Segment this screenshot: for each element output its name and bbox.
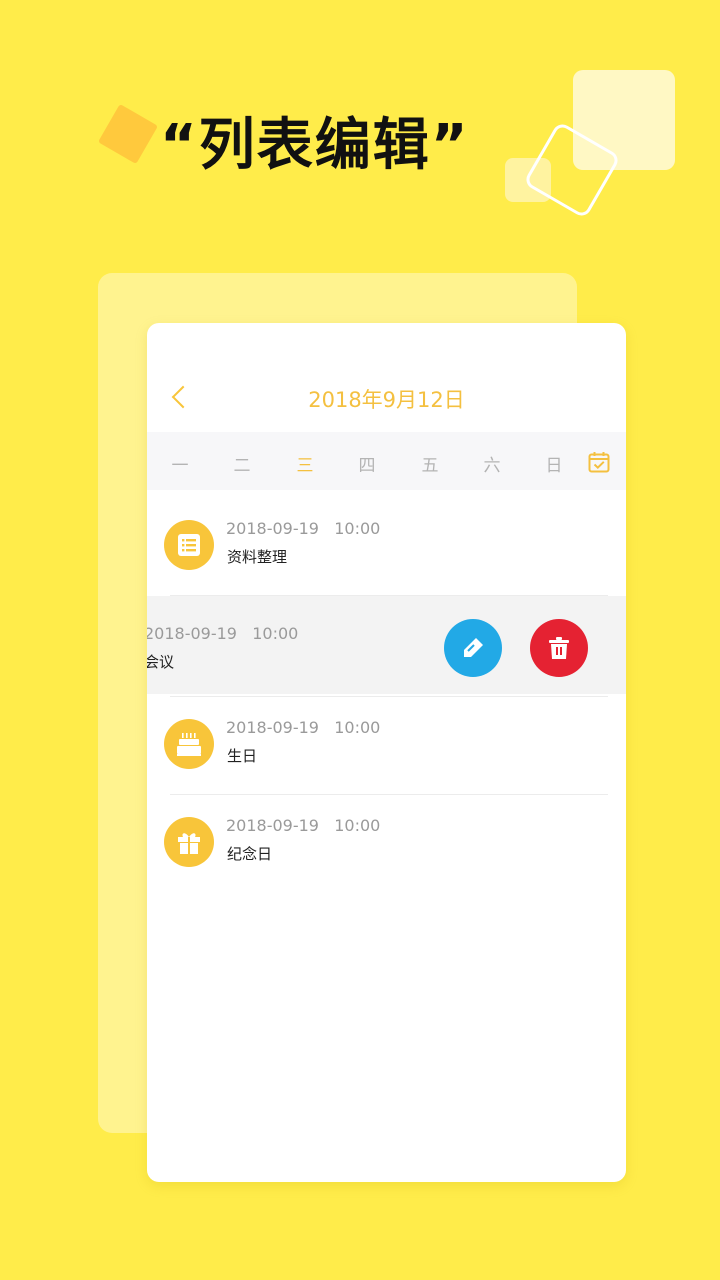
edit-button[interactable] xyxy=(444,619,502,677)
weekday-wed[interactable]: 三 xyxy=(285,451,325,476)
top-nav-bar: 2018年9月12日 xyxy=(147,375,626,421)
week-day-bar: 一 二 三 四 五 六 日 xyxy=(147,432,626,490)
calendar-check-icon[interactable] xyxy=(588,451,610,473)
weekday-tue[interactable]: 二 xyxy=(222,451,262,476)
app-screen: 2018年9月12日 一 二 三 四 五 六 日 2018-09-19 10:0… xyxy=(147,323,626,1182)
event-row[interactable]: 2018-09-19 10:00 纪念日 xyxy=(147,795,626,893)
event-row-swiped[interactable]: 2018-09-19 10:00 会议 xyxy=(147,596,626,694)
decor-diamond xyxy=(97,103,159,165)
event-title: 资料整理 xyxy=(227,548,288,566)
delete-button[interactable] xyxy=(530,619,588,677)
trash-icon xyxy=(549,637,569,659)
weekday-fri[interactable]: 五 xyxy=(410,451,450,476)
event-title: 会议 xyxy=(147,653,175,671)
date-title: 2018年9月12日 xyxy=(308,388,465,412)
weekday-sat[interactable]: 六 xyxy=(472,451,512,476)
event-time: 2018-09-19 10:00 xyxy=(226,718,381,737)
event-time: 2018-09-19 10:00 xyxy=(226,816,381,835)
event-title: 生日 xyxy=(227,747,258,765)
event-row[interactable]: 2018-09-19 10:00 资料整理 xyxy=(147,490,626,588)
weekday-sun[interactable]: 日 xyxy=(534,451,574,476)
weekday-mon[interactable]: 一 xyxy=(160,451,200,476)
weekday-thu[interactable]: 四 xyxy=(347,451,387,476)
gift-icon xyxy=(164,817,214,867)
event-title: 纪念日 xyxy=(227,845,273,863)
event-time: 2018-09-19 10:00 xyxy=(147,624,299,643)
event-row[interactable]: 2018-09-19 10:00 生日 xyxy=(147,697,626,795)
list-icon xyxy=(164,520,214,570)
birthday-cake-icon xyxy=(164,719,214,769)
promo-headline: “列表编辑” xyxy=(160,113,470,178)
event-time: 2018-09-19 10:00 xyxy=(226,519,381,538)
edit-pencil-icon xyxy=(464,638,483,657)
